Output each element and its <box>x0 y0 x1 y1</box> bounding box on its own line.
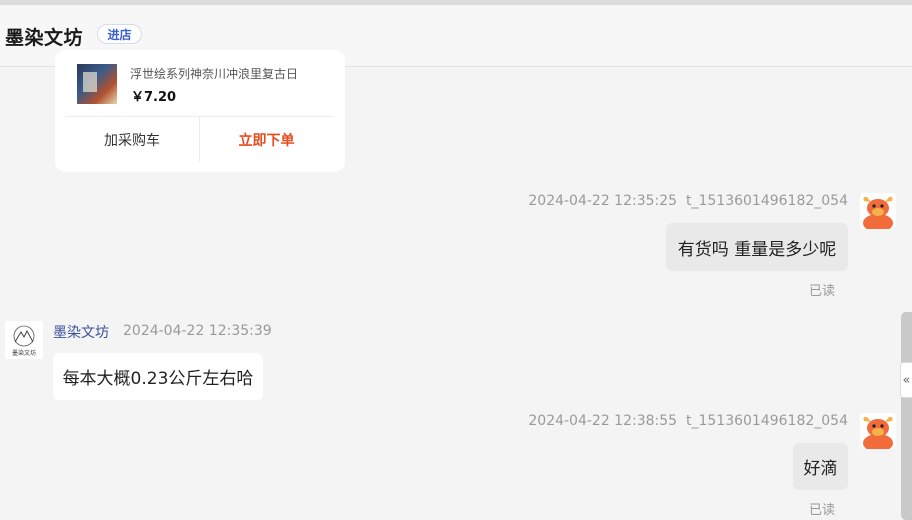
read-status: 已读 <box>809 284 836 299</box>
message-timestamp: 2024-04-22 12:35:25 <box>528 193 678 209</box>
message-timestamp: 2024-04-22 12:38:55 <box>528 413 678 429</box>
shop-avatar-caption: 墨染文坊 <box>11 350 36 357</box>
collapse-panel-button[interactable]: « <box>900 362 912 398</box>
user-avatar[interactable] <box>860 193 896 229</box>
double-chevron-left-icon: « <box>902 372 911 388</box>
shop-avatar[interactable]: 墨染文坊 <box>5 321 43 359</box>
product-card[interactable]: 浮世绘系列神奈川冲浪里复古日 ￥7.20 加采购车 立即下单 <box>55 50 345 172</box>
scrollbar[interactable] <box>901 312 912 520</box>
user-avatar[interactable] <box>860 413 896 449</box>
add-to-cart-button[interactable]: 加采购车 <box>65 117 199 162</box>
message-sender[interactable]: 墨染文坊 <box>53 322 109 342</box>
cartoon-bull-avatar-icon <box>860 193 896 229</box>
message-bubble[interactable]: 有货吗 重量是多少呢 <box>666 223 848 271</box>
message-timestamp: 2024-04-22 12:35:39 <box>123 323 272 339</box>
message-sender: t_1513601496182_054 <box>685 193 848 209</box>
message-sender: t_1513601496182_054 <box>685 413 848 429</box>
read-status: 已读 <box>809 503 836 518</box>
message-meta: 2024-04-22 12:35:25 t_1513601496182_054 <box>528 193 848 209</box>
cartoon-bull-avatar-icon <box>860 413 896 449</box>
product-price: ￥7.20 <box>131 90 177 105</box>
product-title[interactable]: 浮世绘系列神奈川冲浪里复古日 <box>130 65 340 82</box>
buy-now-button[interactable]: 立即下单 <box>200 117 333 162</box>
message-bubble[interactable]: 好滴 <box>793 443 848 490</box>
product-thumbnail[interactable] <box>77 64 117 104</box>
message-meta: 2024-04-22 12:38:55 t_1513601496182_054 <box>528 413 848 429</box>
shop-name: 墨染文坊 <box>5 27 84 49</box>
enter-shop-button[interactable]: 进店 <box>97 24 142 44</box>
chat-window: 墨染文坊 进店 浮世绘系列神奈川冲浪里复古日 ￥7.20 加采购车 立即下单 2… <box>0 0 912 520</box>
message-bubble[interactable]: 每本大概0.23公斤左右哈 <box>53 353 263 400</box>
